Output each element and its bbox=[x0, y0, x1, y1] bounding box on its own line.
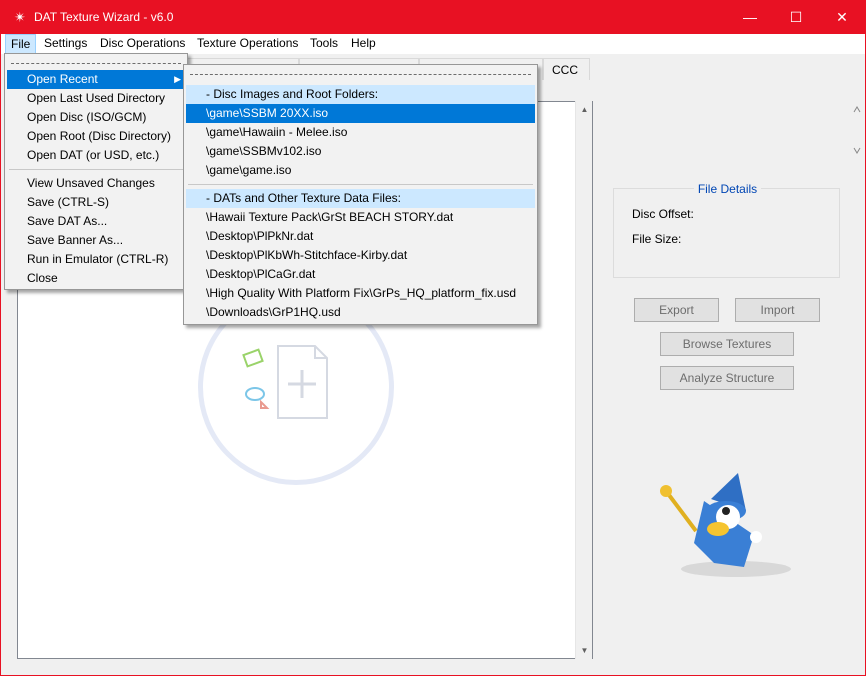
menu-file[interactable]: File bbox=[5, 34, 37, 54]
file-menu-open-last-used-directory[interactable]: Open Last Used Directory bbox=[7, 89, 185, 108]
menu-settings[interactable]: Settings bbox=[39, 34, 92, 54]
recent-disc-item[interactable]: \game\game.iso bbox=[186, 161, 535, 180]
file-menu-save[interactable]: Save (CTRL-S) bbox=[7, 193, 185, 212]
menu-disc-operations[interactable]: Disc Operations bbox=[95, 34, 190, 54]
file-menu-save-banner-as[interactable]: Save Banner As... bbox=[7, 231, 185, 250]
right-edge-scrollbar[interactable] bbox=[849, 101, 865, 301]
import-button[interactable]: Import bbox=[735, 298, 820, 322]
recent-disc-item[interactable]: \game\SSBM 20XX.iso bbox=[186, 104, 535, 123]
close-button[interactable]: ✕ bbox=[819, 1, 865, 34]
file-details-group: File Details Disc Offset: File Size: bbox=[613, 182, 840, 278]
recent-dat-item[interactable]: \Desktop\PlCaGr.dat bbox=[186, 265, 535, 284]
file-menu-open-recent[interactable]: Open Recent ▶ bbox=[7, 70, 185, 89]
file-menu-save-dat-as[interactable]: Save DAT As... bbox=[7, 212, 185, 231]
browse-textures-button[interactable]: Browse Textures bbox=[660, 332, 794, 356]
recent-dat-item[interactable]: \High Quality With Platform Fix\GrPs_HQ_… bbox=[186, 284, 535, 303]
recent-disc-item[interactable]: \game\Hawaiin - Melee.iso bbox=[186, 123, 535, 142]
open-recent-submenu: - Disc Images and Root Folders: \game\SS… bbox=[183, 64, 538, 325]
kamek-mascot-icon bbox=[660, 473, 791, 577]
menu-tools[interactable]: Tools bbox=[305, 34, 343, 54]
recent-disc-item[interactable]: \game\SSBMv102.iso bbox=[186, 142, 535, 161]
menu-help[interactable]: Help bbox=[346, 34, 381, 54]
recent-dat-item[interactable]: \Desktop\PlKbWh-Stitchface-Kirby.dat bbox=[186, 246, 535, 265]
submenu-tearoff[interactable] bbox=[190, 74, 531, 75]
menu-separator bbox=[188, 184, 533, 185]
disc-offset-label: Disc Offset: bbox=[632, 207, 694, 221]
dat-files-header: - DATs and Other Texture Data Files: bbox=[186, 189, 535, 208]
file-menu-close[interactable]: Close bbox=[7, 269, 185, 288]
export-button[interactable]: Export bbox=[634, 298, 719, 322]
file-details-title: File Details bbox=[693, 182, 762, 196]
maximize-button[interactable]: ☐ bbox=[773, 1, 819, 34]
file-menu-run-in-emulator[interactable]: Run in Emulator (CTRL-R) bbox=[7, 250, 185, 269]
menu-separator bbox=[9, 169, 183, 170]
scroll-arrows-icon bbox=[853, 106, 861, 154]
app-star-icon: ✴ bbox=[14, 9, 26, 25]
recent-dat-item[interactable]: \Desktop\PlPkNr.dat bbox=[186, 227, 535, 246]
analyze-structure-button[interactable]: Analyze Structure bbox=[660, 366, 794, 390]
file-menu-open-root[interactable]: Open Root (Disc Directory) bbox=[7, 127, 185, 146]
file-menu-open-disc[interactable]: Open Disc (ISO/GCM) bbox=[7, 108, 185, 127]
menu-texture-operations[interactable]: Texture Operations bbox=[192, 34, 303, 54]
recent-dat-item[interactable]: \Downloads\GrP1HQ.usd bbox=[186, 303, 535, 322]
minimize-button[interactable]: — bbox=[727, 1, 773, 34]
recent-dat-item[interactable]: \Hawaii Texture Pack\GrSt BEACH STORY.da… bbox=[186, 208, 535, 227]
file-menu-tearoff[interactable] bbox=[11, 63, 181, 64]
scroll-down-icon[interactable]: ▼ bbox=[576, 642, 593, 659]
file-menu: Open Recent ▶ Open Last Used Directory O… bbox=[4, 53, 188, 290]
tab-ccc[interactable]: CCC bbox=[543, 58, 590, 80]
tree-scrollbar[interactable]: ▲ ▼ bbox=[575, 101, 592, 659]
title-bar: ✴ DAT Texture Wizard - v6.0 — ☐ ✕ bbox=[1, 1, 865, 34]
scroll-up-icon[interactable]: ▲ bbox=[576, 101, 593, 118]
disc-images-header: - Disc Images and Root Folders: bbox=[186, 85, 535, 104]
file-menu-open-dat[interactable]: Open DAT (or USD, etc.) bbox=[7, 146, 185, 165]
window-title: DAT Texture Wizard - v6.0 bbox=[34, 10, 174, 24]
file-size-label: File Size: bbox=[632, 232, 682, 246]
submenu-arrow-icon: ▶ bbox=[174, 74, 181, 84]
file-menu-view-unsaved-changes[interactable]: View Unsaved Changes bbox=[7, 174, 185, 193]
menu-bar: File Settings Disc Operations Texture Op… bbox=[1, 34, 865, 54]
